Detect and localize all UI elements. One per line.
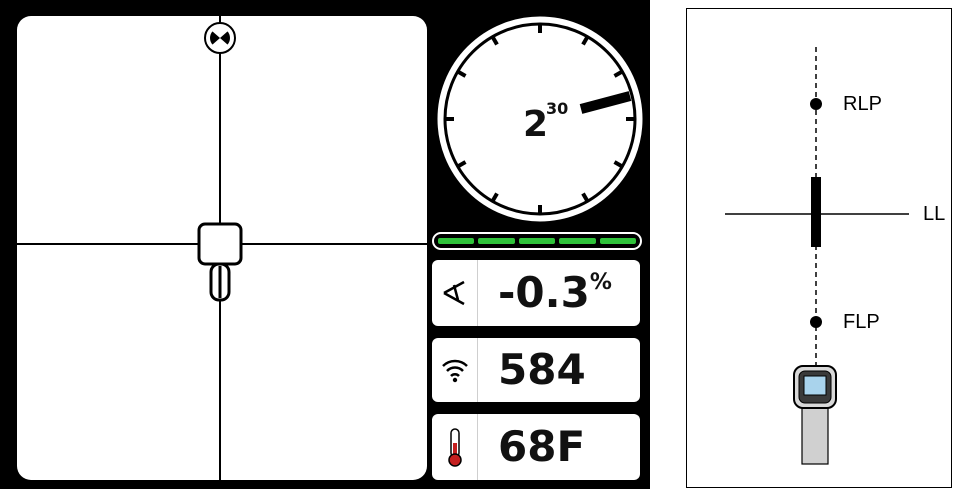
signal-bar-segment xyxy=(559,238,596,244)
temperature-value: 68F xyxy=(498,422,586,471)
roll-gauge: 2 30 xyxy=(433,12,647,226)
roll-minute: 30 xyxy=(546,99,568,118)
flp-label: FLP xyxy=(843,311,880,333)
signal-bar-meter xyxy=(432,232,642,250)
signal-bar-segment xyxy=(518,238,556,244)
receiver-box-icon xyxy=(197,222,243,302)
handheld-receiver-icon xyxy=(793,365,837,465)
roll-hour: 2 xyxy=(523,104,548,145)
thermometer-icon xyxy=(432,414,478,480)
flp-point xyxy=(810,316,822,328)
wifi-signal-icon xyxy=(432,338,478,402)
signal-bar-segment xyxy=(599,238,637,244)
rlp-label: RLP xyxy=(843,93,882,115)
temperature-readout: 68F xyxy=(432,414,640,480)
locate-crosshair xyxy=(17,16,427,480)
rlp-point xyxy=(810,98,822,110)
pitch-value: -0.3 xyxy=(498,268,590,317)
locate-view xyxy=(17,16,427,480)
diagram-lines xyxy=(725,47,909,465)
pitch-unit: % xyxy=(589,270,612,295)
locator-screen: 2 30 -0.3% 584 68F xyxy=(0,0,650,489)
ll-label: LL xyxy=(923,203,946,225)
pitch-readout: -0.3% xyxy=(432,260,640,326)
signal-bar-segment xyxy=(438,238,475,244)
signal-readout: 584 xyxy=(432,338,640,402)
pitch-value-wrap: -0.3% xyxy=(478,272,640,314)
pitch-angle-icon xyxy=(432,260,478,326)
signal-bar-segment xyxy=(478,238,515,244)
signal-value: 584 xyxy=(498,345,586,394)
locate-line-marker xyxy=(811,177,821,247)
locate-points-diagram: RLP LL FLP xyxy=(686,8,952,488)
target-ball-icon xyxy=(204,22,236,54)
